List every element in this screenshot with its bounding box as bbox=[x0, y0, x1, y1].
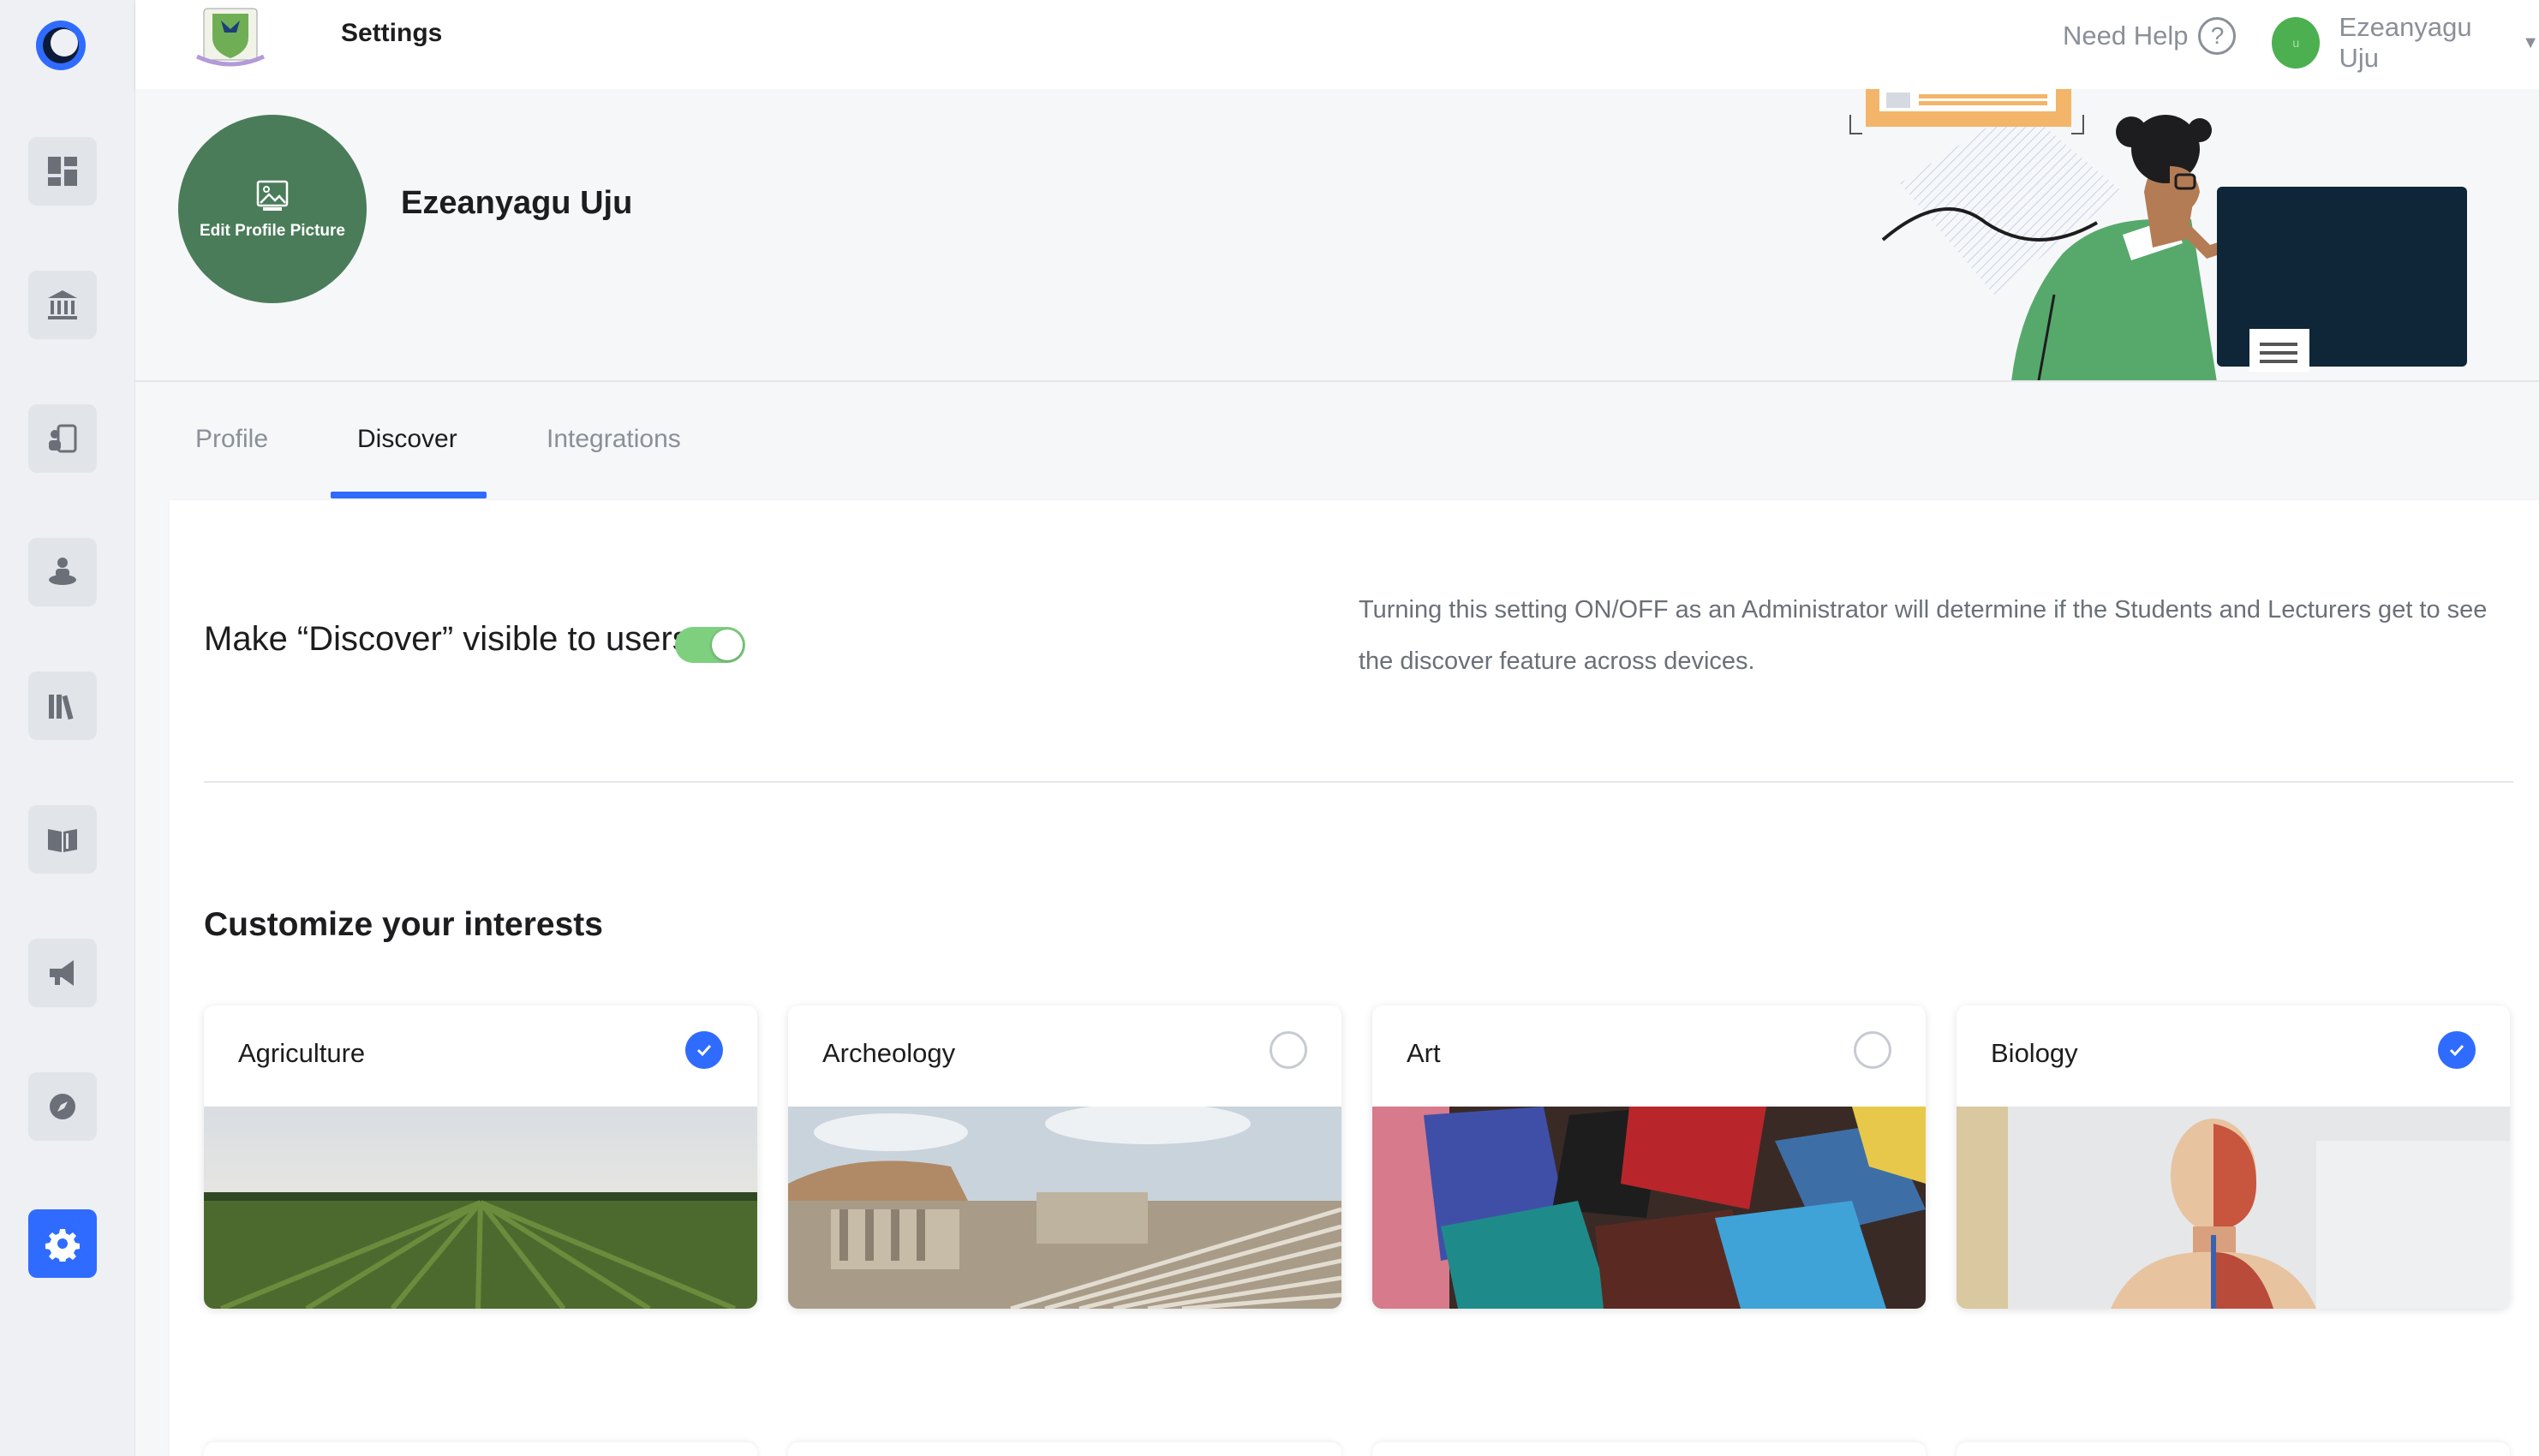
interest-card-biology[interactable]: Biology bbox=[1957, 1005, 2510, 1309]
discover-visibility-toggle[interactable] bbox=[675, 627, 745, 663]
interests-title: Customize your interests bbox=[204, 906, 603, 943]
checkmark-icon[interactable] bbox=[2438, 1031, 2476, 1069]
interest-card-archeology[interactable]: Archeology bbox=[788, 1005, 1341, 1309]
dashboard-icon bbox=[48, 157, 77, 186]
checkmark-icon[interactable] bbox=[685, 1031, 723, 1069]
interest-card[interactable] bbox=[1372, 1442, 1926, 1456]
sidebar-item-lecturers[interactable] bbox=[28, 538, 97, 606]
sidebar-item-students[interactable] bbox=[28, 404, 97, 473]
user-menu[interactable]: u Ezeanyagu Uju ▼ bbox=[2272, 12, 2539, 74]
discover-panel: Make “Discover” visible to users Turning… bbox=[170, 500, 2539, 1456]
institution-crest-icon bbox=[195, 8, 266, 67]
discover-visibility-label: Make “Discover” visible to users bbox=[204, 620, 690, 658]
question-circle-icon: ? bbox=[2198, 17, 2237, 55]
sidebar-item-institution[interactable] bbox=[28, 271, 97, 339]
top-bar: Settings Need Help ? u Ezeanyagu Uju ▼ bbox=[135, 0, 2539, 89]
paint-brushes-image bbox=[1372, 1107, 1926, 1309]
sidebar bbox=[0, 0, 135, 1456]
announcement-icon bbox=[50, 960, 74, 986]
settings-icon bbox=[45, 1229, 80, 1262]
edit-profile-picture-button[interactable]: Edit Profile Picture bbox=[178, 115, 367, 303]
app-logo-icon[interactable] bbox=[34, 19, 87, 72]
tab-profile[interactable]: Profile bbox=[195, 425, 268, 454]
interest-card[interactable] bbox=[1957, 1442, 2510, 1456]
sidebar-item-books[interactable] bbox=[28, 805, 97, 874]
interest-card[interactable] bbox=[204, 1442, 757, 1456]
library-icon bbox=[49, 695, 74, 720]
farm-field-image bbox=[204, 1107, 757, 1309]
unchecked-circle-icon[interactable] bbox=[1270, 1031, 1307, 1069]
toggle-knob bbox=[712, 630, 743, 660]
discover-visibility-description: Turning this setting ON/OFF as an Admini… bbox=[1359, 596, 2488, 675]
tab-discover[interactable]: Discover bbox=[357, 425, 457, 454]
ancient-ruins-image bbox=[788, 1107, 1341, 1309]
interest-card-agriculture[interactable]: Agriculture bbox=[204, 1005, 757, 1309]
student-id-icon bbox=[49, 424, 77, 453]
anatomy-model-image bbox=[1957, 1107, 2510, 1309]
interest-label: Archeology bbox=[822, 1038, 956, 1068]
interest-label: Biology bbox=[1991, 1038, 2078, 1068]
settings-tabs: Profile Discover Integrations bbox=[135, 382, 2539, 500]
image-icon bbox=[256, 180, 289, 211]
page-title: Settings bbox=[341, 19, 443, 47]
profile-name: Ezeanyagu Uju bbox=[401, 185, 633, 221]
interest-card-art[interactable]: Art bbox=[1372, 1005, 1926, 1309]
chevron-down-icon: ▼ bbox=[2522, 33, 2539, 52]
book-icon bbox=[48, 829, 77, 852]
user-name: Ezeanyagu Uju bbox=[2339, 12, 2472, 73]
edit-profile-picture-label: Edit Profile Picture bbox=[200, 222, 345, 240]
lecturer-icon bbox=[49, 558, 76, 585]
unchecked-circle-icon[interactable] bbox=[1854, 1031, 1891, 1069]
interest-label: Agriculture bbox=[238, 1038, 366, 1068]
divider bbox=[204, 781, 2513, 783]
person-at-computer-illustration bbox=[1849, 89, 2467, 380]
sidebar-item-announcements[interactable] bbox=[28, 939, 97, 1007]
need-help-label: Need Help bbox=[2063, 21, 2189, 51]
interest-card[interactable] bbox=[788, 1442, 1341, 1456]
tab-integrations[interactable]: Integrations bbox=[547, 425, 681, 454]
sidebar-item-discover[interactable] bbox=[28, 1072, 97, 1141]
profile-header: Edit Profile Picture Ezeanyagu Uju bbox=[135, 89, 2539, 382]
avatar: u bbox=[2272, 17, 2321, 69]
institution-icon bbox=[48, 290, 77, 319]
active-tab-indicator bbox=[331, 492, 487, 498]
sidebar-item-library[interactable] bbox=[28, 671, 97, 740]
interest-label: Art bbox=[1407, 1038, 1441, 1068]
discover-icon bbox=[50, 1094, 75, 1119]
sidebar-item-settings[interactable] bbox=[28, 1209, 97, 1278]
sidebar-item-dashboard[interactable] bbox=[28, 137, 97, 206]
need-help-link[interactable]: Need Help ? bbox=[2063, 17, 2237, 55]
